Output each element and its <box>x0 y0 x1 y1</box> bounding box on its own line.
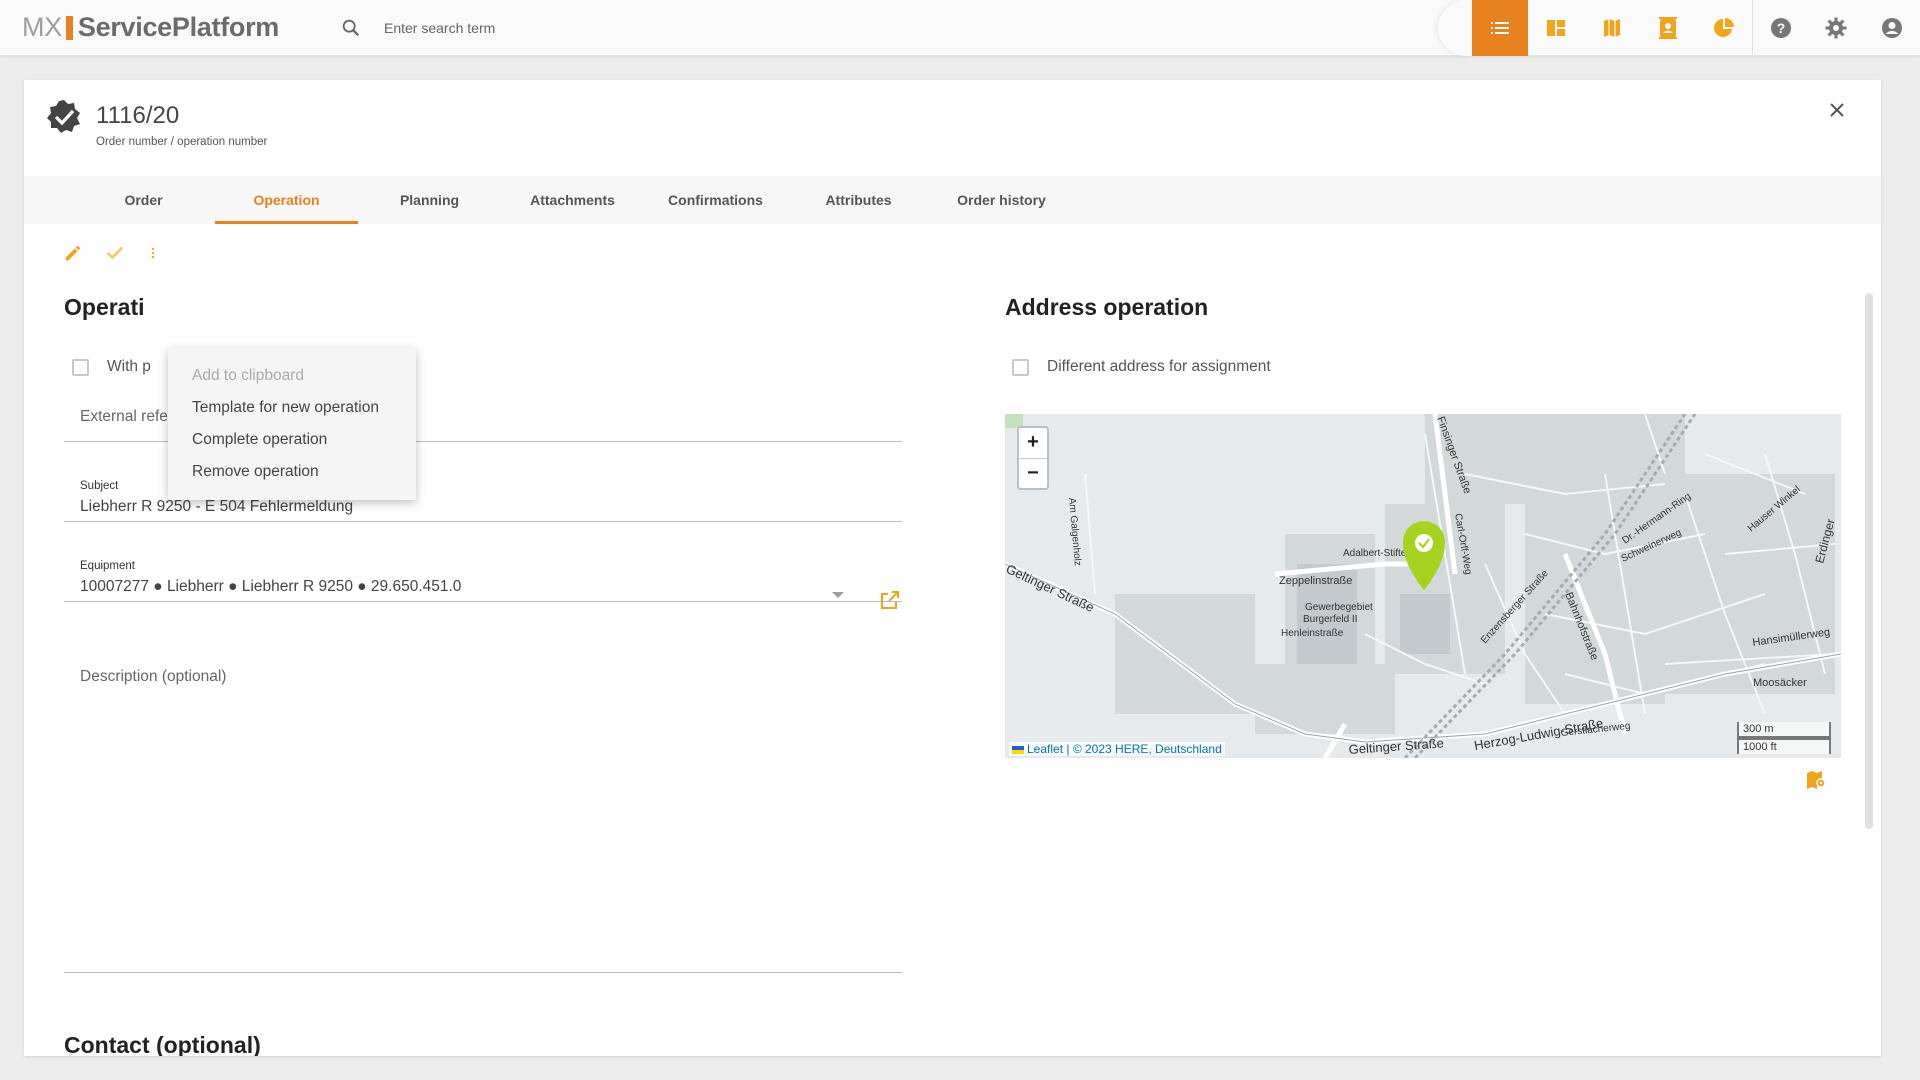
menu-remove-operation[interactable]: Remove operation <box>168 456 416 488</box>
dashboard-button[interactable] <box>1528 0 1584 56</box>
more-vert-icon[interactable] <box>146 242 160 264</box>
operation-section-title: Operati <box>64 294 145 320</box>
location-map[interactable]: Geltinger Straße Geltinger Straße Herzog… <box>1005 414 1841 758</box>
tab-order[interactable]: Order <box>72 176 215 224</box>
with-p-label: With p <box>107 358 151 375</box>
open-external-icon[interactable] <box>878 588 902 612</box>
app-logo[interactable]: MX ServicePlatform <box>22 12 279 43</box>
map-attribution: Leaflet | © 2023 HERE, Deutschland <box>1009 742 1225 756</box>
map-button[interactable] <box>1584 0 1640 56</box>
street-label: Burgerfeld II <box>1303 614 1357 625</box>
address-section-title: Address operation <box>1005 294 1209 320</box>
account-icon <box>1882 18 1902 38</box>
svg-text:?: ? <box>1776 20 1785 36</box>
list-view-button[interactable] <box>1472 0 1528 56</box>
help-button[interactable]: ? <box>1752 0 1808 56</box>
attribution-text: | © 2023 HERE, Deutschland <box>1063 742 1222 756</box>
scale-imperial: 1000 ft <box>1737 738 1831 754</box>
menu-complete-operation[interactable]: Complete operation <box>168 424 416 456</box>
global-search <box>340 0 984 56</box>
top-app-bar: MX ServicePlatform ? <box>0 0 1920 56</box>
tab-planning[interactable]: Planning <box>358 176 501 224</box>
close-icon[interactable] <box>1825 98 1849 122</box>
tab-attachments[interactable]: Attachments <box>501 176 644 224</box>
check-icon[interactable] <box>104 242 126 264</box>
logo-prefix: MX <box>22 12 62 42</box>
tab-confirmations[interactable]: Confirmations <box>644 176 787 224</box>
contact-section-title: Contact (optional) <box>64 1032 261 1056</box>
list-view-icon <box>1491 22 1509 34</box>
top-nav-icons: ? <box>1438 0 1920 56</box>
with-p-checkbox-row[interactable]: With p <box>72 358 151 376</box>
tab-order-history[interactable]: Order history <box>930 176 1073 224</box>
different-address-row[interactable]: Different address for assignment <box>1012 358 1271 376</box>
different-address-label: Different address for assignment <box>1047 358 1271 375</box>
pie-chart-icon <box>1714 18 1734 37</box>
edit-icon[interactable] <box>62 242 84 264</box>
contacts-button[interactable] <box>1640 0 1696 56</box>
tab-operation[interactable]: Operation <box>215 176 358 224</box>
street-label: Henleinstraße <box>1281 628 1344 639</box>
logo-name: ServicePlatform <box>77 12 280 42</box>
nav-curve <box>1438 0 1472 56</box>
description-field-underline <box>64 972 902 973</box>
street-label: Adalbert-Stifter <box>1343 548 1410 559</box>
equipment-dropdown-arrow[interactable] <box>832 592 844 598</box>
dashboard-icon <box>1547 20 1565 36</box>
map-tiles[interactable]: Geltinger Straße Geltinger Straße Herzog… <box>1005 414 1841 758</box>
account-button[interactable] <box>1864 0 1920 56</box>
map-location-icon[interactable] <box>1804 768 1828 792</box>
settings-button[interactable] <box>1808 0 1864 56</box>
ukraine-flag-icon <box>1012 745 1024 754</box>
logo-bar <box>65 15 73 40</box>
panel-scrollbar[interactable] <box>1865 293 1873 829</box>
search-input[interactable] <box>384 20 984 36</box>
operation-detail-panel: 1116/20 Order number / operation number … <box>24 80 1881 1056</box>
order-number-caption: Order number / operation number <box>96 136 268 148</box>
verified-badge-icon <box>47 100 80 133</box>
help-icon: ? <box>1770 18 1791 38</box>
equipment-value: 10007277 ● Liebherr ● Liebherr R 9250 ● … <box>80 578 462 595</box>
street-label: Gewerbegebiet <box>1305 602 1373 613</box>
map-zoom-control: + − <box>1017 426 1049 490</box>
reports-button[interactable] <box>1696 0 1752 56</box>
map-icon <box>1604 19 1620 37</box>
order-number: 1116/20 <box>96 102 180 129</box>
street-label: Moosäcker <box>1753 677 1807 689</box>
operation-context-menu: Add to clipboard Template for new operat… <box>168 348 416 500</box>
operation-actions <box>62 242 160 264</box>
with-p-checkbox[interactable] <box>72 358 89 376</box>
description-placeholder[interactable]: Description (optional) <box>80 668 226 686</box>
contacts-icon <box>1659 17 1677 39</box>
street-label: Zeppelinstraße <box>1279 575 1352 587</box>
zoom-in-button[interactable]: + <box>1019 428 1047 459</box>
leaflet-link[interactable]: Leaflet <box>1027 742 1063 756</box>
different-address-checkbox[interactable] <box>1012 358 1029 376</box>
scale-metric: 300 m <box>1737 722 1831 738</box>
menu-template-new-operation[interactable]: Template for new operation <box>168 392 416 424</box>
gear-icon <box>1825 17 1847 39</box>
detail-tabs: Order Operation Planning Attachments Con… <box>24 176 1881 224</box>
equipment-label: Equipment <box>80 560 135 572</box>
subject-value: Liebherr R 9250 - E 504 Fehlermeldung <box>80 498 354 515</box>
equipment-field[interactable]: Equipment 10007277 ● Liebherr ● Liebherr… <box>64 560 902 602</box>
search-icon[interactable] <box>340 17 362 39</box>
menu-add-to-clipboard[interactable]: Add to clipboard <box>168 360 416 392</box>
tab-attributes[interactable]: Attributes <box>787 176 930 224</box>
subject-label: Subject <box>80 480 119 492</box>
zoom-out-button[interactable]: − <box>1019 459 1047 489</box>
map-scale: 300 m 1000 ft <box>1737 722 1831 754</box>
